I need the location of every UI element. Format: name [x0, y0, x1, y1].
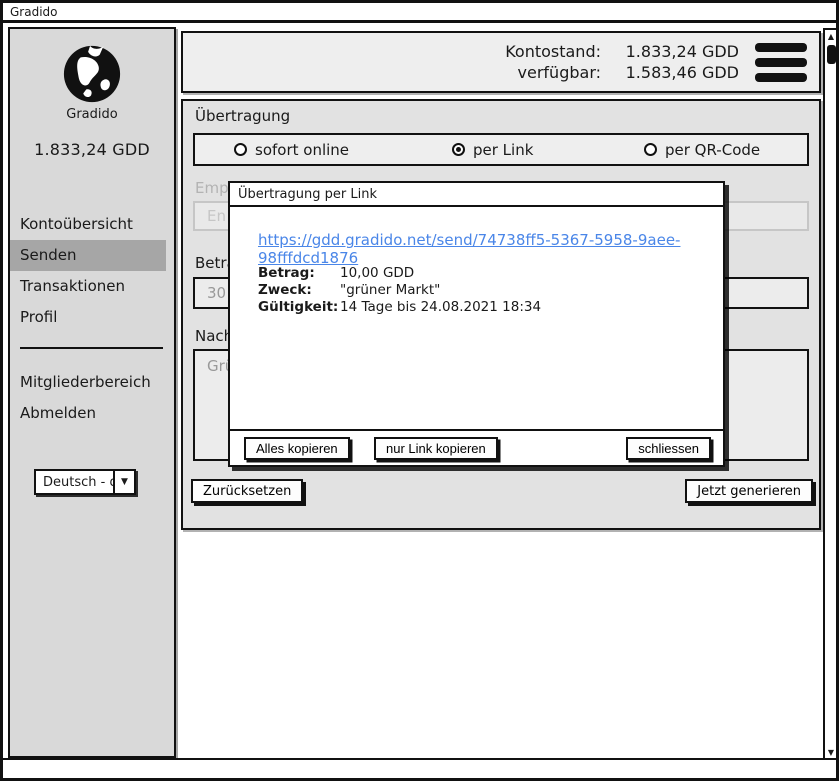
sidebar-divider [20, 347, 163, 349]
nur-link-kopieren-button[interactable]: nur Link kopieren [374, 437, 498, 460]
kontostand-value: 1.833,24 GDD [619, 42, 739, 61]
horizontal-scrollbar[interactable] [3, 758, 836, 778]
balance-summary: Kontostand: 1.833,24 GDD verfügbar: 1.58… [505, 42, 739, 82]
scrollbar-thumb[interactable] [827, 45, 836, 64]
kontostand-label: Kontostand: [505, 42, 601, 61]
radio-per-link[interactable]: per Link [452, 135, 533, 164]
radio-per-qr-code[interactable]: per QR-Code [644, 135, 760, 164]
detail-value: 14 Tage bis 24.08.2021 18:34 [340, 299, 541, 316]
sidebar: Gradido 1.833,24 GDD Kontoübersicht Send… [8, 27, 176, 758]
dialog-titlebar: Übertragung per Link [230, 183, 723, 207]
sidebar-nav: Kontoübersicht Senden Transaktionen Prof… [10, 209, 174, 333]
sidebar-secondary-nav: Mitgliederbereich Abmelden [10, 367, 174, 429]
detail-value: 10,00 GDD [340, 265, 414, 282]
dialog-footer: Alles kopieren nur Link kopieren schlies… [230, 429, 723, 465]
radio-icon [644, 143, 657, 156]
detail-label: Gültigkeit: [258, 299, 340, 316]
sidebar-item-kontouebersicht[interactable]: Kontoübersicht [10, 209, 174, 240]
transfer-details: Betrag: 10,00 GDD Zweck: "grüner Markt" … [258, 265, 541, 316]
app-window: Gradido Gradido 1.833,24 GDD Kontoübersi… [0, 0, 839, 781]
panel-title: Übertragung [195, 107, 290, 125]
logo-label: Gradido [10, 107, 174, 122]
alles-kopieren-button[interactable]: Alles kopieren [244, 437, 350, 460]
uebertragung-per-link-dialog: Übertragung per Link https://gdd.gradido… [228, 181, 725, 467]
detail-value: "grüner Markt" [340, 282, 440, 299]
sidebar-balance: 1.833,24 GDD [10, 140, 174, 159]
detail-label: Zweck: [258, 282, 340, 299]
sidebar-item-transaktionen[interactable]: Transaktionen [10, 271, 174, 302]
sidebar-item-mitgliederbereich[interactable]: Mitgliederbereich [10, 367, 174, 398]
chevron-down-icon: ▼ [113, 471, 134, 493]
window-title: Gradido [3, 3, 836, 22]
detail-zweck: Zweck: "grüner Markt" [258, 282, 541, 299]
hamburger-icon[interactable] [755, 43, 807, 82]
radio-sofort-online[interactable]: sofort online [234, 135, 349, 164]
scroll-up-icon[interactable]: ▲ [825, 30, 837, 43]
dialog-body: https://gdd.gradido.net/send/74738ff5-53… [230, 207, 723, 465]
window-titlebar: Gradido [3, 3, 836, 23]
transfer-mode-radio-group: sofort online per Link per QR-Code [193, 133, 809, 166]
vertical-scrollbar[interactable]: ▲ ▼ [823, 28, 839, 761]
verfuegbar-value: 1.583,46 GDD [619, 63, 739, 82]
radio-label: sofort online [255, 141, 349, 159]
radio-icon [452, 143, 465, 156]
radio-label: per Link [473, 141, 533, 159]
globe-icon [10, 43, 174, 105]
detail-label: Betrag: [258, 265, 340, 282]
gradido-logo: Gradido [10, 43, 174, 122]
transfer-link[interactable]: https://gdd.gradido.net/send/74738ff5-53… [258, 231, 723, 267]
sidebar-item-profil[interactable]: Profil [10, 302, 174, 333]
jetzt-generieren-button[interactable]: Jetzt generieren [685, 479, 813, 503]
schliessen-button[interactable]: schliessen [626, 437, 711, 460]
sidebar-item-senden[interactable]: Senden [10, 240, 166, 271]
detail-gueltigkeit: Gültigkeit: 14 Tage bis 24.08.2021 18:34 [258, 299, 541, 316]
verfuegbar-label: verfügbar: [505, 63, 601, 82]
account-header: Kontostand: 1.833,24 GDD verfügbar: 1.58… [181, 31, 821, 93]
zuruecksetzen-button[interactable]: Zurücksetzen [191, 479, 303, 503]
radio-icon [234, 143, 247, 156]
sidebar-item-abmelden[interactable]: Abmelden [10, 398, 174, 429]
radio-label: per QR-Code [665, 141, 760, 159]
language-select-value: Deutsch - de [36, 475, 113, 490]
language-select[interactable]: Deutsch - de ▼ [34, 469, 136, 495]
detail-betrag: Betrag: 10,00 GDD [258, 265, 541, 282]
